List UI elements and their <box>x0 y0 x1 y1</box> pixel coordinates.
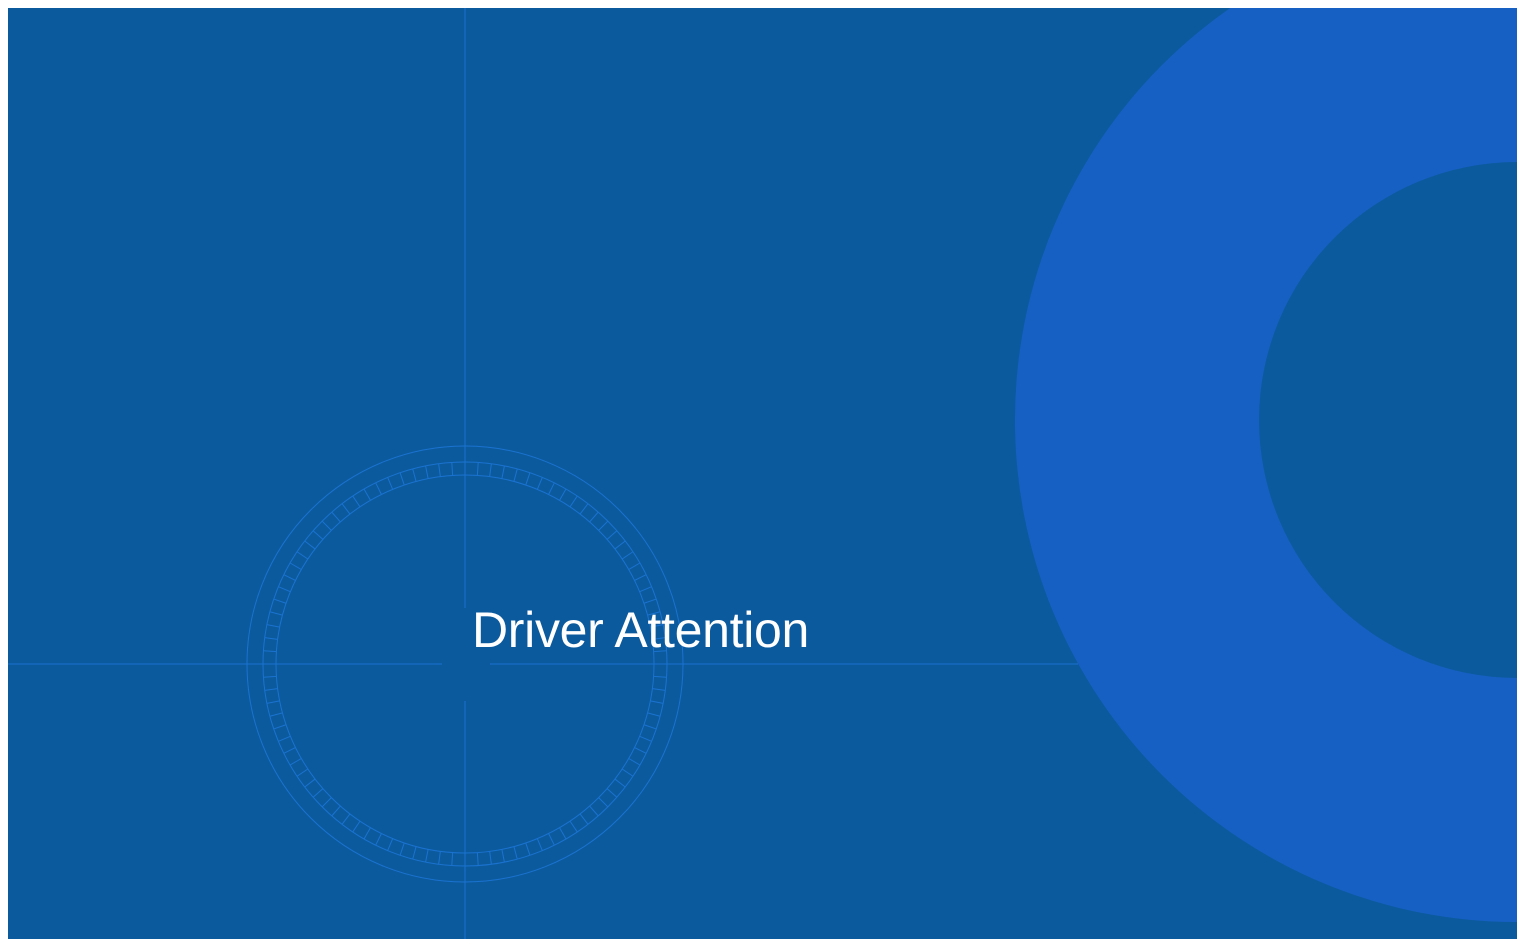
slide-background <box>8 8 1517 939</box>
title-slide: Driver Attention <box>8 8 1517 939</box>
slide-title: Driver Attention <box>472 602 810 658</box>
